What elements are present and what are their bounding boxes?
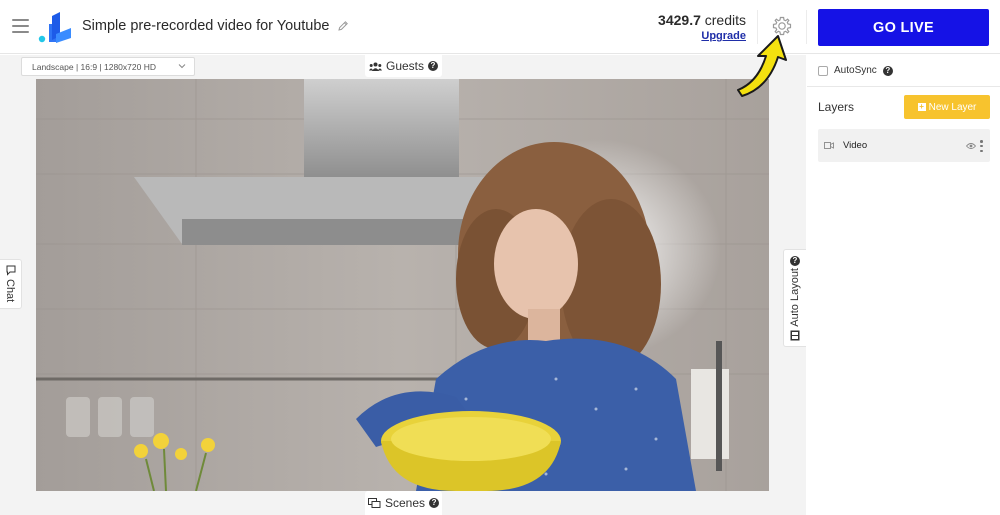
chat-bubble-icon <box>6 265 16 276</box>
broadcast-title[interactable]: Simple pre-recorded video for Youtube <box>82 18 329 34</box>
layers-title: Layers <box>818 100 855 114</box>
video-preview[interactable] <box>36 79 769 491</box>
new-layer-button[interactable]: + New Layer <box>904 95 990 119</box>
autosync-checkbox[interactable] <box>818 65 828 76</box>
help-icon[interactable]: ? <box>429 498 440 508</box>
credits-unit: credits <box>704 12 746 28</box>
autosync-label: AutoSync <box>834 65 877 76</box>
guests-label: Guests <box>385 59 424 73</box>
broadcast-title-group: Simple pre-recorded video for Youtube <box>82 18 349 34</box>
help-icon[interactable]: ? <box>882 65 893 76</box>
video-camera-icon <box>824 142 834 149</box>
brand-logo-icon[interactable] <box>38 12 74 44</box>
auto-layout-tab[interactable]: ? Auto Layout <box>783 249 806 347</box>
users-icon <box>368 62 382 71</box>
help-icon[interactable]: ? <box>428 61 438 71</box>
credits-display: 3429.7 credits <box>658 12 746 28</box>
guests-tab[interactable]: Guests ? <box>365 55 442 77</box>
layer-name: Video <box>843 140 868 151</box>
eye-icon[interactable] <box>966 142 976 150</box>
layout-grid-icon <box>790 330 800 341</box>
resolution-value: Landscape | 16:9 | 1280x720 HD <box>32 62 156 72</box>
hamburger-menu-icon[interactable] <box>12 19 29 33</box>
top-header: Simple pre-recorded video for Youtube 34… <box>0 0 1000 54</box>
autosync-row: AutoSync ? <box>818 65 893 76</box>
new-layer-label: New Layer <box>928 101 977 113</box>
kebab-menu-icon[interactable] <box>980 140 983 152</box>
scenes-label: Scenes <box>384 496 426 510</box>
auto-layout-label: Auto Layout <box>789 268 801 327</box>
chat-tab[interactable]: Chat <box>0 259 22 309</box>
credits-value: 3429.7 <box>658 12 701 28</box>
help-icon[interactable]: ? <box>790 256 800 266</box>
chevron-down-icon <box>178 64 186 69</box>
layer-item-video[interactable]: Video <box>818 129 990 162</box>
pencil-icon[interactable] <box>337 20 349 32</box>
chat-label: Chat <box>4 279 16 303</box>
resolution-select[interactable]: Landscape | 16:9 | 1280x720 HD <box>21 57 195 76</box>
scenes-tab[interactable]: Scenes ? <box>365 491 442 515</box>
layers-panel: AutoSync ? Layers + New Layer Video <box>807 55 1000 515</box>
annotation-arrow <box>737 35 787 97</box>
panel-divider <box>807 86 1000 87</box>
scenes-icon <box>367 498 381 508</box>
plus-icon: + <box>917 102 926 111</box>
header-divider-right <box>806 10 807 44</box>
go-live-button[interactable]: GO LIVE <box>818 9 989 46</box>
